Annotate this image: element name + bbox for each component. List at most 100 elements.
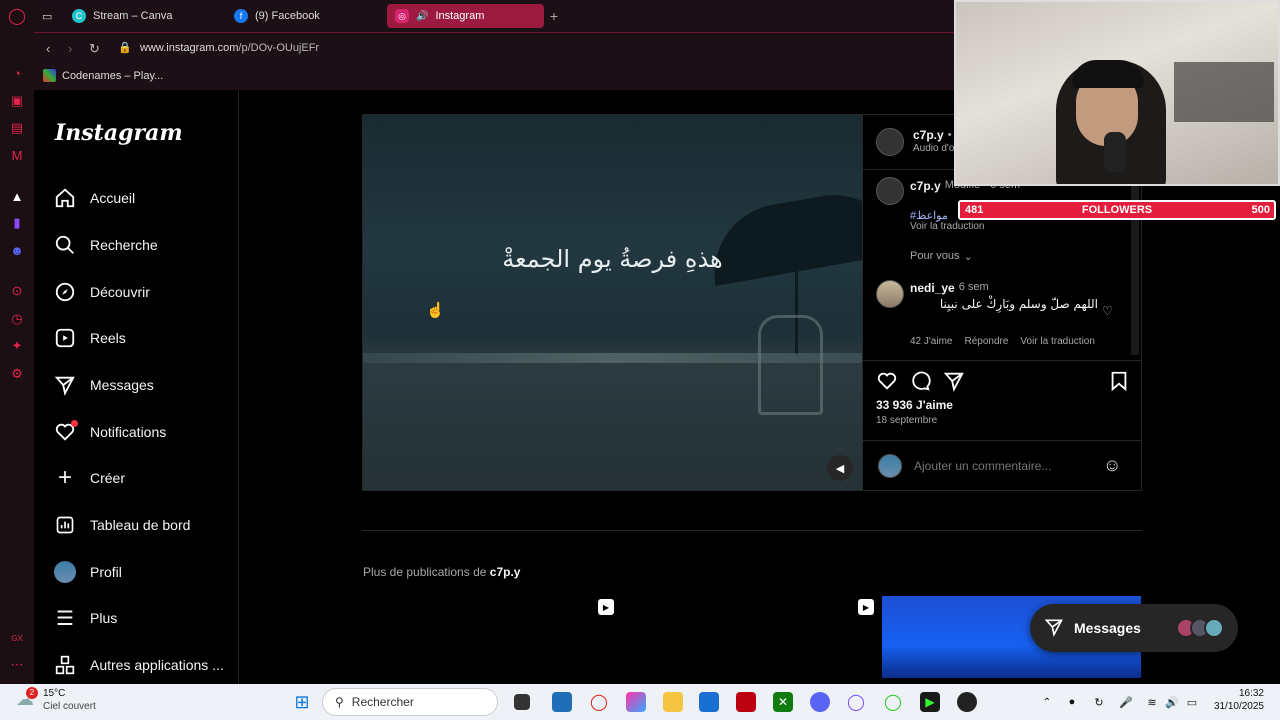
reel-play-icon[interactable]: ▶ <box>858 599 874 615</box>
bookmark-icon[interactable] <box>1108 370 1130 397</box>
wallet-icon[interactable]: ▤ <box>8 119 26 137</box>
nav-messages[interactable]: Messages <box>54 370 154 400</box>
speaker-icon[interactable]: 🔊 <box>416 11 428 22</box>
like-icon[interactable] <box>876 370 898 397</box>
obs-icon[interactable] <box>957 692 977 712</box>
nav-other-apps[interactable]: Autres applications ... <box>54 650 224 680</box>
chevron-up-icon[interactable]: ⌃ <box>1037 692 1057 712</box>
beach-chair <box>758 315 823 415</box>
forward-icon[interactable]: › <box>68 41 72 56</box>
shopping-icon[interactable]: ▣ <box>8 92 26 110</box>
tab-canva[interactable]: C Stream – Canva <box>64 4 224 28</box>
settings-icon[interactable]: ⚙ <box>8 365 26 383</box>
opera-gx-icon[interactable] <box>736 692 756 712</box>
nav-more[interactable]: ☰ Plus <box>54 603 117 633</box>
extensions-icon[interactable]: ✦ <box>8 337 26 355</box>
author-avatar[interactable] <box>876 128 904 156</box>
back-icon[interactable]: ‹ <box>46 41 50 56</box>
volume-icon: ◀ <box>835 462 845 475</box>
store-icon[interactable] <box>699 692 719 712</box>
file-explorer-icon[interactable] <box>663 692 683 712</box>
more-dots-icon[interactable]: ⋯ <box>8 656 26 674</box>
opera-alt-icon[interactable]: ◯ <box>846 692 866 712</box>
new-tab-button[interactable]: + <box>546 8 562 24</box>
nav-profile[interactable]: Profil <box>54 557 122 587</box>
tab-overview-icon[interactable]: ▭ <box>34 4 56 28</box>
cursor-icon: ☝ <box>426 302 445 319</box>
task-view-icon[interactable] <box>514 694 530 710</box>
canva-icon: C <box>72 9 86 23</box>
more-user[interactable]: c7p.y <box>490 565 521 579</box>
twitch-icon[interactable]: ▮ <box>8 214 26 232</box>
volume-button[interactable]: ◀ <box>827 455 853 481</box>
tray-app-icon[interactable]: ● <box>1062 692 1082 712</box>
widgets-icon[interactable] <box>552 692 572 712</box>
gx-icon[interactable]: GX <box>8 629 26 647</box>
tab-facebook[interactable]: f (9) Facebook <box>226 4 386 28</box>
sync-icon[interactable]: ↻ <box>1089 692 1109 712</box>
nav-label: Reels <box>90 330 126 346</box>
comment-translate[interactable]: Voir la traduction <box>1020 336 1095 347</box>
caption-avatar[interactable] <box>876 177 904 205</box>
nav-explore[interactable]: Découvrir <box>54 277 150 307</box>
gmail-icon[interactable]: M <box>8 146 26 164</box>
emoji-icon[interactable]: ☺ <box>1103 455 1121 476</box>
comment-like-icon[interactable]: ♡ <box>1102 304 1113 318</box>
likes-count[interactable]: 33 936 J'aime <box>876 398 953 412</box>
feed-icon[interactable]: ▲ <box>8 187 26 205</box>
comment-username[interactable]: nedi_ye <box>910 281 955 295</box>
nav-dashboard[interactable]: Tableau de bord <box>54 510 190 540</box>
header-username[interactable]: c7p.y <box>913 128 944 142</box>
nav-notifications[interactable]: Notifications <box>54 417 166 447</box>
comment-reply[interactable]: Répondre <box>965 336 1009 347</box>
discord-icon[interactable]: ☻ <box>8 241 26 259</box>
chart-icon <box>54 514 76 536</box>
discord-icon[interactable] <box>810 692 830 712</box>
post-video[interactable]: هذهِ فرصةُ يوم الجمعةْ ☝ ◀ <box>363 115 862 490</box>
terminal-icon[interactable]: ▶ <box>920 692 940 712</box>
cam-desk-setup <box>1174 62 1274 122</box>
weather-widget[interactable]: ☁ 2 <box>16 687 38 711</box>
nav-create[interactable]: + Créer <box>54 463 125 493</box>
player-icon[interactable]: ⊙ <box>8 282 26 300</box>
clock-time[interactable]: 16:32 <box>1212 688 1264 699</box>
microphone-icon[interactable]: 🎤 <box>1116 692 1136 712</box>
message-avatars <box>1176 618 1224 638</box>
opera-air-icon[interactable]: ◯ <box>883 692 903 712</box>
reel-play-icon[interactable]: ▶ <box>598 599 614 615</box>
copilot-icon[interactable] <box>626 692 646 712</box>
volume-icon[interactable]: 🔊 <box>1162 692 1182 712</box>
caption-username[interactable]: c7p.y <box>910 179 941 193</box>
clock-date[interactable]: 31/10/2025 <box>1204 701 1264 712</box>
nav-home[interactable]: Accueil <box>54 183 135 213</box>
lock-icon[interactable]: 🔒 <box>118 41 132 54</box>
commenter-avatar[interactable] <box>876 280 904 308</box>
comment-icon[interactable] <box>909 370 931 397</box>
opera-logo-icon[interactable]: ◯ <box>8 7 26 25</box>
comment-likes[interactable]: 42 J'aime <box>910 336 953 347</box>
apps-icon <box>54 654 76 676</box>
more-posts-heading: Plus de publications de c7p.y <box>363 565 520 579</box>
bookmark-codenames[interactable]: Codenames – Play... <box>43 69 163 82</box>
url-field[interactable]: www.instagram.com/p/DOv-OUujEFr <box>140 42 319 54</box>
reload-icon[interactable]: ↻ <box>89 41 100 57</box>
xbox-icon[interactable]: ✕ <box>773 692 793 712</box>
wifi-icon[interactable]: ≋ <box>1142 692 1162 712</box>
opera-icon[interactable]: ◯ <box>589 692 609 712</box>
for-you-dropdown[interactable]: Pour vous ⌄ <box>910 250 973 263</box>
taskbar-search[interactable]: ⚲ Rechercher <box>322 688 498 716</box>
my-avatar <box>878 454 902 478</box>
battery-icon[interactable]: ▭ <box>1182 692 1202 712</box>
messages-floating-button[interactable]: Messages <box>1030 604 1238 652</box>
instagram-logo[interactable]: Instagram <box>55 120 183 146</box>
header-audio[interactable]: Audio d'o <box>913 143 954 154</box>
nav-reels[interactable]: Reels <box>54 323 126 353</box>
history-icon[interactable]: ◷ <box>8 310 26 328</box>
tab-instagram[interactable]: ◎ 🔊 Instagram <box>387 4 544 28</box>
see-translation-link[interactable]: Voir la traduction <box>910 221 985 232</box>
share-icon[interactable] <box>943 370 965 397</box>
nav-search[interactable]: Recherche <box>54 230 158 260</box>
comment-input[interactable] <box>914 457 1094 475</box>
aria-icon[interactable]: ◔ <box>8 64 26 82</box>
windows-start-icon[interactable]: ⊞ <box>292 692 312 712</box>
